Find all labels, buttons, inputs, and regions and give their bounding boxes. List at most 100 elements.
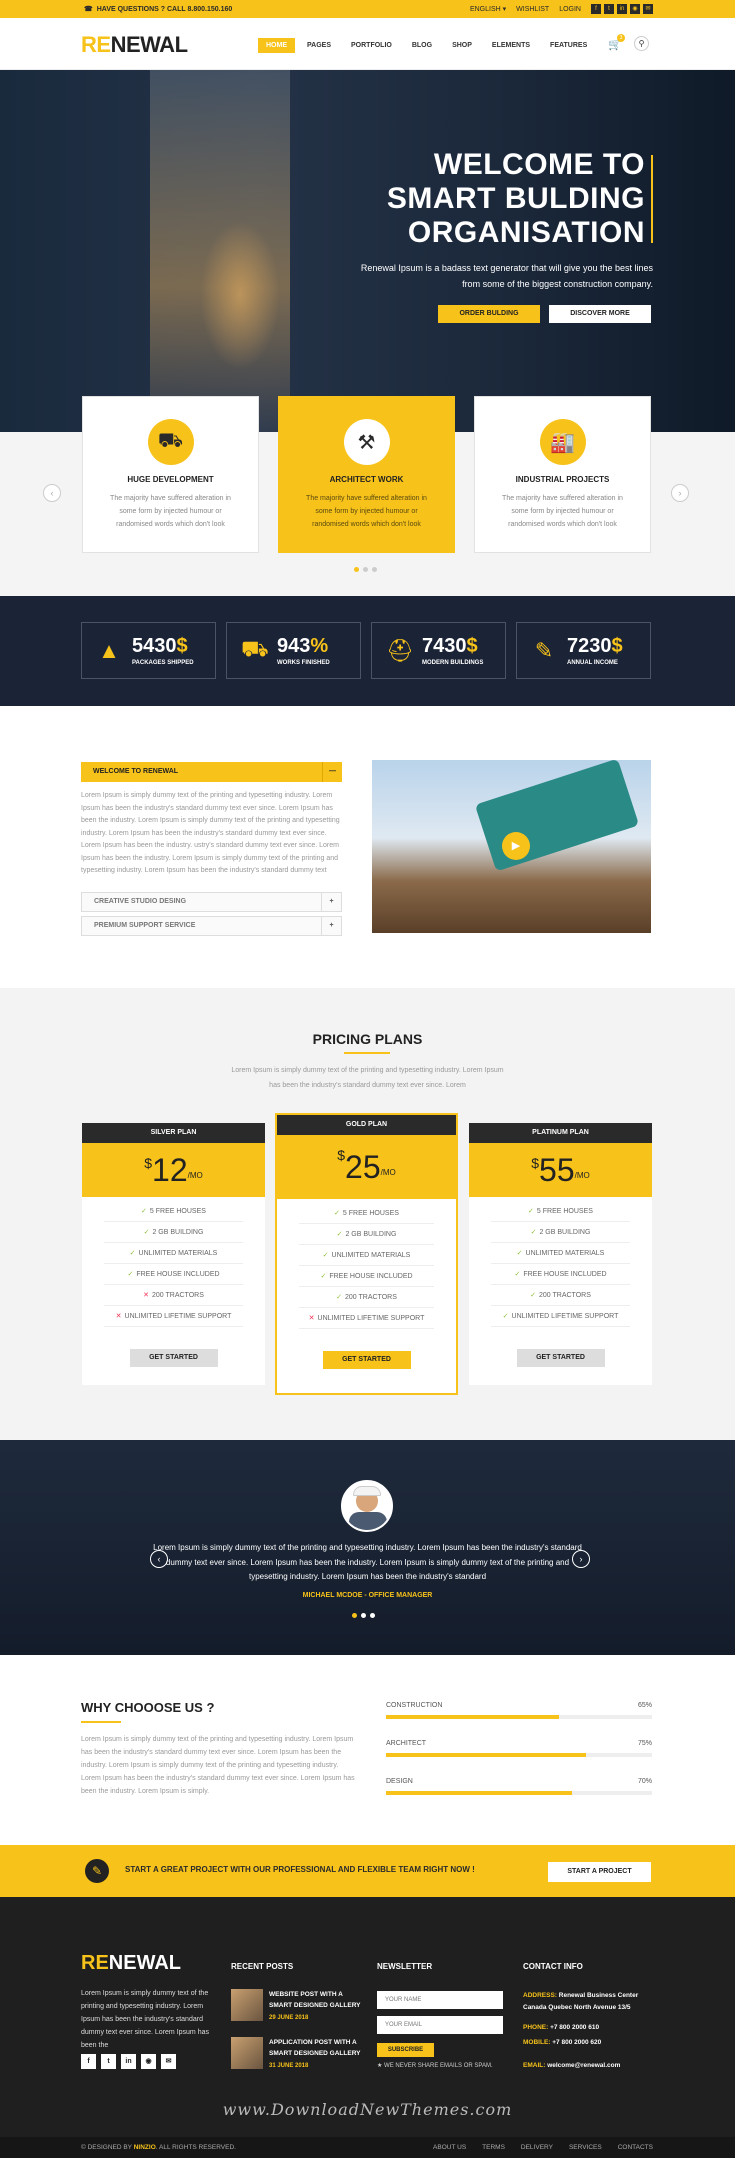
plan-features: ✓ 5 FREE HOUSES ✓ 2 GB BUILDING ✓ UNLIMITED… <box>82 1197 265 1327</box>
get-started-button[interactable]: GET STARTED <box>129 1349 218 1367</box>
nav-shop[interactable]: SHOP <box>444 38 480 53</box>
plan-features: ✓ 5 FREE HOUSES ✓ 2 GB BUILDING ✓ UNLIMITED… <box>277 1199 456 1329</box>
facebook-icon[interactable]: f <box>81 2054 96 2069</box>
testimonial-author: MICHAEL MCDOE - OFFICE MANAGER <box>302 1592 433 1599</box>
login-link[interactable]: LOGIN <box>559 6 581 13</box>
plan-name: PLATINUM PLAN <box>469 1123 652 1143</box>
facebook-icon[interactable]: f <box>591 4 601 14</box>
phone-text: HAVE QUESTIONS ? CALL 8.800.150.160 <box>96 5 233 13</box>
plan-features: ✓ 5 FREE HOUSES ✓ 2 GB BUILDING ✓ UNLIMITED… <box>469 1197 652 1327</box>
next-slide-button[interactable]: › <box>671 484 689 502</box>
post-title[interactable]: APPLICATION POST WITH A SMART DESIGNED G… <box>269 2037 364 2059</box>
pagination-dot[interactable] <box>361 1613 366 1618</box>
plan-feature: ✓ FREE HOUSE INCLUDED <box>104 1264 243 1285</box>
linkedin-icon[interactable]: in <box>121 2054 136 2069</box>
recent-post[interactable]: WEBSITE POST WITH A SMART DESIGNED GALLE… <box>231 1989 361 2027</box>
check-icon: ✓ <box>530 1292 536 1299</box>
email-icon[interactable]: ✉ <box>161 2054 176 2069</box>
prev-slide-button[interactable]: ‹ <box>43 484 61 502</box>
nav-home[interactable]: HOME <box>258 38 295 53</box>
accordion-item[interactable]: CREATIVE STUDIO DESING + <box>81 892 342 912</box>
start-project-button[interactable]: START A PROJECT <box>548 1862 651 1882</box>
pagination-dot[interactable] <box>352 1613 357 1618</box>
skill-bar: CONSTRUCTION 65% <box>386 1702 652 1719</box>
name-field[interactable]: YOUR NAME <box>377 1991 503 2009</box>
cart-icon[interactable]: 🛒 3 <box>608 34 625 51</box>
footer-link-services[interactable]: SERVICES <box>569 2144 602 2151</box>
testimonial-text: Lorem Ipsum is simply dummy text of the … <box>153 1543 582 1581</box>
plan-feature: ✓ 200 TRACTORS <box>491 1285 630 1306</box>
check-icon: ✓ <box>336 1231 343 1238</box>
post-title[interactable]: WEBSITE POST WITH A SMART DESIGNED GALLE… <box>269 1989 364 2011</box>
minus-icon[interactable]: — <box>322 762 342 782</box>
instagram-icon[interactable]: ◉ <box>630 4 640 14</box>
accordion-text: Lorem Ipsum is simply dummy text of the … <box>81 792 340 874</box>
why-text: Lorem Ipsum is simply dummy text of the … <box>81 1736 355 1795</box>
recent-post[interactable]: APPLICATION POST WITH A SMART DESIGNED G… <box>231 2037 361 2075</box>
check-icon: ✓ <box>528 1208 534 1215</box>
email-field[interactable]: YOUR EMAIL <box>377 2016 503 2034</box>
phone-icon: ☎ <box>84 6 93 13</box>
cta-banner: ✎ START A GREAT PROJECT WITH OUR PROFESS… <box>0 1845 735 1897</box>
pagination-dot[interactable] <box>372 567 377 572</box>
video-thumbnail[interactable]: ▶ <box>372 760 651 933</box>
cta-text: START A GREAT PROJECT WITH OUR PROFESSIO… <box>125 1865 475 1874</box>
plan-feature: ✕ 200 TRACTORS <box>104 1285 243 1306</box>
post-thumbnail[interactable] <box>231 2037 263 2069</box>
email-icon[interactable]: ✉ <box>643 4 653 14</box>
search-icon[interactable]: ⚲ <box>634 36 649 51</box>
footer-link-delivery[interactable]: DELIVERY <box>521 2144 553 2151</box>
nav-pages[interactable]: PAGES <box>299 38 339 53</box>
instagram-icon[interactable]: ◉ <box>141 2054 156 2069</box>
accordion-item[interactable]: PREMIUM SUPPORT SERVICE + <box>81 916 342 936</box>
get-started-button[interactable]: GET STARTED <box>516 1349 605 1367</box>
plan-name: SILVER PLAN <box>82 1123 265 1143</box>
plan-feature: ✓ 5 FREE HOUSES <box>491 1201 630 1222</box>
nav-elements[interactable]: ELEMENTS <box>484 38 538 53</box>
hero-section: WELCOME TO SMART BULDING ORGANISATION Rene… <box>0 70 735 432</box>
pagination-dot[interactable] <box>363 567 368 572</box>
pagination-dot[interactable] <box>370 1613 375 1618</box>
plan-feature: ✕ UNLIMITED LIFETIME SUPPORT <box>104 1306 243 1327</box>
pagination-dot[interactable] <box>354 567 359 572</box>
get-started-button[interactable]: GET STARTED <box>322 1351 411 1369</box>
cart-count: 3 <box>617 34 625 42</box>
cross-icon: ✕ <box>143 1292 149 1299</box>
feature-title: HUGE DEVELOPMENT <box>127 475 214 484</box>
contact-address: ADDRESS: Renewal Business Center Canada Q… <box>523 1992 639 2011</box>
twitter-icon[interactable]: t <box>604 4 614 14</box>
play-icon[interactable]: ▶ <box>502 832 530 860</box>
linkedin-icon[interactable]: in <box>617 4 627 14</box>
footer-description: Lorem Ipsum is simply dummy text of the … <box>81 1990 209 2049</box>
pricing-subtitle: Lorem Ipsum is simply dummy text of the … <box>231 1067 504 1089</box>
subscribe-button[interactable]: SUBSCRIBE <box>377 2043 434 2057</box>
plan-feature: ✓ UNLIMITED LIFETIME SUPPORT <box>491 1306 630 1327</box>
contact-email[interactable]: EMAIL: welcome@renewal.com <box>523 2060 620 2072</box>
footer-link-about[interactable]: ABOUT US <box>433 2144 466 2151</box>
footer-link-terms[interactable]: TERMS <box>482 2144 505 2151</box>
feature-card[interactable]: ⚒ ARCHITECT WORK The majority have suffe… <box>278 396 455 553</box>
wishlist-link[interactable]: WISHLIST <box>516 6 549 13</box>
top-bar: ☎ HAVE QUESTIONS ? CALL 8.800.150.160 EN… <box>0 0 735 18</box>
brush-icon: ✎ <box>534 637 554 663</box>
discover-more-button[interactable]: DISCOVER MORE <box>549 305 651 323</box>
language-select[interactable]: ENGLISH ▾ <box>470 5 506 13</box>
feature-card[interactable]: 🏭 INDUSTRIAL PROJECTS The majority have … <box>474 396 651 553</box>
plus-icon[interactable]: + <box>321 917 341 935</box>
footer-link-contacts[interactable]: CONTACTS <box>618 2144 653 2151</box>
pricing-title: PRICING PLANS <box>312 1031 423 1047</box>
accordion-header[interactable]: WELCOME TO RENEWAL — <box>81 762 342 782</box>
order-building-button[interactable]: ORDER BULDING <box>438 305 540 323</box>
feature-card[interactable]: ⛟ HUGE DEVELOPMENT The majority have suf… <box>82 396 259 553</box>
nav-portfolio[interactable]: PORTFOLIO <box>343 38 400 53</box>
hero-title: WELCOME TO SMART BULDING ORGANISATION <box>386 148 645 249</box>
plus-icon[interactable]: + <box>321 893 341 911</box>
stat-box: ✎ 7230$ ANNUAL INCOME <box>516 622 651 679</box>
nav-features[interactable]: FEATURES <box>542 38 595 53</box>
post-thumbnail[interactable] <box>231 1989 263 2021</box>
footer-logo[interactable]: RENEWAL <box>81 1952 181 1975</box>
contact-phone: PHONE: +7 800 2000 610 <box>523 2024 600 2031</box>
nav-blog[interactable]: BLOG <box>404 38 440 53</box>
site-logo[interactable]: RENEWAL <box>81 32 188 58</box>
twitter-icon[interactable]: t <box>101 2054 116 2069</box>
